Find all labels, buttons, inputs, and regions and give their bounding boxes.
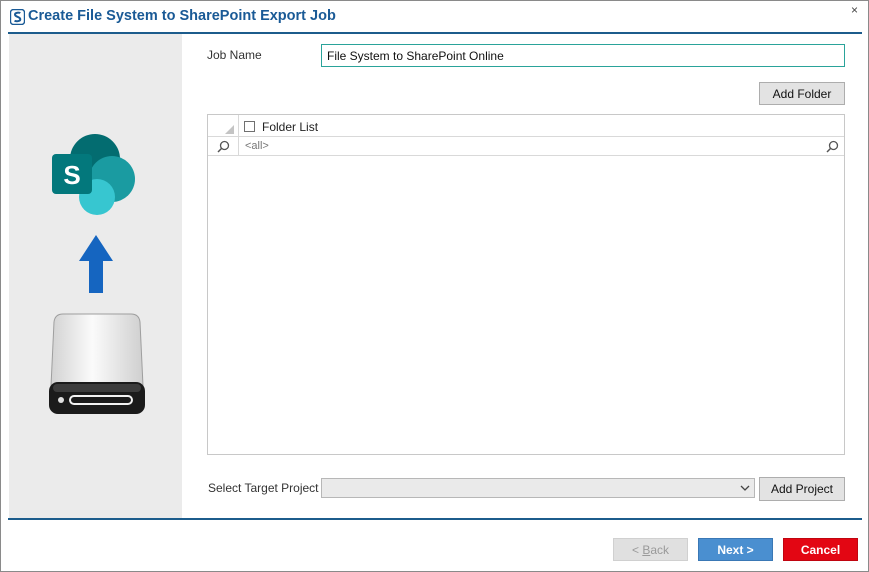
folder-filter-placeholder[interactable]: <all>: [245, 140, 269, 152]
back-label-prefix: <: [631, 542, 643, 557]
hard-drive-icon: [49, 313, 145, 414]
app-logo-icon: [10, 9, 25, 25]
add-project-button[interactable]: Add Project: [759, 477, 845, 501]
job-name-label: Job Name: [207, 48, 262, 62]
back-label: < Back: [632, 543, 669, 557]
magnifier-icon: [217, 140, 230, 153]
add-folder-label: Add Folder: [772, 86, 832, 101]
next-label: Next >: [717, 542, 754, 557]
grid-corner-cell[interactable]: [208, 115, 239, 137]
sharepoint-letter: S: [63, 160, 80, 190]
filter-row-cell: [208, 137, 239, 156]
chevron-down-icon: [740, 485, 750, 491]
job-name-input[interactable]: [321, 44, 845, 67]
grid-filter-row[interactable]: <all>: [208, 137, 844, 156]
back-button[interactable]: < Back: [613, 538, 688, 561]
grid-header-row: Folder List: [208, 115, 844, 137]
corner-triangle-icon: [225, 125, 234, 134]
footer-divider: [8, 518, 862, 520]
target-project-label: Select Target Project: [208, 481, 319, 495]
export-job-dialog: Create File System to SharePoint Export …: [0, 0, 869, 572]
target-project-select[interactable]: [321, 478, 755, 498]
select-all-checkbox[interactable]: [244, 121, 255, 132]
sharepoint-logo-icon: S: [52, 134, 135, 215]
title-bar: Create File System to SharePoint Export …: [1, 1, 868, 33]
folder-list-grid[interactable]: Folder List <all>: [207, 114, 845, 455]
illustration-panel: S: [9, 34, 182, 518]
next-button[interactable]: Next >: [698, 538, 773, 561]
close-button[interactable]: ×: [851, 4, 858, 16]
folder-list-column-header[interactable]: Folder List: [262, 120, 318, 134]
add-project-label: Add Project: [770, 482, 834, 496]
back-label-rest: ack: [650, 542, 670, 557]
cancel-button[interactable]: Cancel: [783, 538, 858, 561]
dialog-title: Create File System to SharePoint Export …: [28, 8, 336, 24]
up-arrow-icon: [79, 235, 113, 293]
add-folder-button[interactable]: Add Folder: [759, 82, 845, 105]
filter-search-icon[interactable]: [826, 140, 839, 153]
cancel-label: Cancel: [800, 542, 841, 557]
